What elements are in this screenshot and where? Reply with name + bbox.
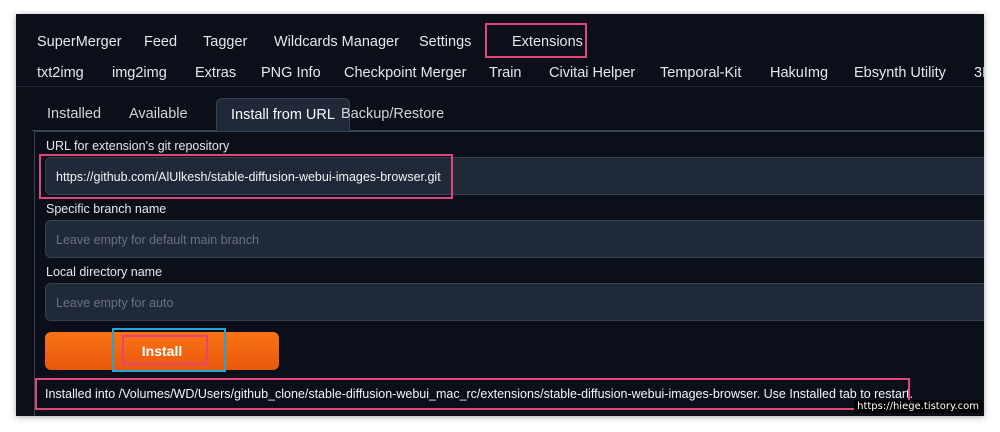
tab-wildcards-manager[interactable]: Wildcards Manager <box>274 26 399 58</box>
tab-installed[interactable]: Installed <box>47 98 101 130</box>
directory-input[interactable]: Leave empty for auto <box>45 283 984 321</box>
tab-temporal-kit[interactable]: Temporal-Kit <box>660 60 741 86</box>
tab-civitai-helper[interactable]: Civitai Helper <box>549 60 635 86</box>
top-tab-bar: SuperMerger Feed Tagger Wildcards Manage… <box>16 26 984 62</box>
webui-window: SuperMerger Feed Tagger Wildcards Manage… <box>16 14 984 416</box>
tab-3d[interactable]: 3D <box>974 60 984 86</box>
tab-available[interactable]: Available <box>129 98 188 130</box>
extensions-tab-bar: Installed Available Install from URL Bac… <box>32 98 984 132</box>
tab-hakuimg[interactable]: HakuImg <box>770 60 828 86</box>
install-from-url-panel: URL for extension's git repository https… <box>34 131 984 416</box>
tab-extensions[interactable]: Extensions <box>498 26 597 58</box>
tab-train[interactable]: Train <box>489 60 522 86</box>
tab-feed[interactable]: Feed <box>144 26 177 58</box>
url-label: URL for extension's git repository <box>46 139 230 153</box>
tab-tagger[interactable]: Tagger <box>203 26 247 58</box>
tab-img2img[interactable]: img2img <box>112 60 167 86</box>
watermark: https://hiege.tistory.com <box>854 400 982 413</box>
directory-label: Local directory name <box>46 265 163 279</box>
tab-ebsynth-utility[interactable]: Ebsynth Utility <box>854 60 946 86</box>
tab-install-from-url[interactable]: Install from URL <box>216 98 350 132</box>
secondary-tab-bar: txt2img img2img Extras PNG Info Checkpoi… <box>16 60 984 87</box>
branch-input[interactable]: Leave empty for default main branch <box>45 220 984 258</box>
tab-png-info[interactable]: PNG Info <box>261 60 321 86</box>
install-button[interactable]: Install <box>45 332 279 370</box>
url-input[interactable]: https://github.com/AlUlkesh/stable-diffu… <box>45 157 984 195</box>
branch-label: Specific branch name <box>46 202 167 216</box>
tab-checkpoint-merger[interactable]: Checkpoint Merger <box>344 60 467 86</box>
tab-txt2img[interactable]: txt2img <box>37 60 84 86</box>
tab-backup-restore[interactable]: Backup/Restore <box>341 98 444 130</box>
tab-supermerger[interactable]: SuperMerger <box>37 26 122 58</box>
tab-extras[interactable]: Extras <box>195 60 236 86</box>
install-result-text: Installed into /Volumes/WD/Users/github_… <box>45 387 914 401</box>
tab-settings[interactable]: Settings <box>419 26 471 58</box>
